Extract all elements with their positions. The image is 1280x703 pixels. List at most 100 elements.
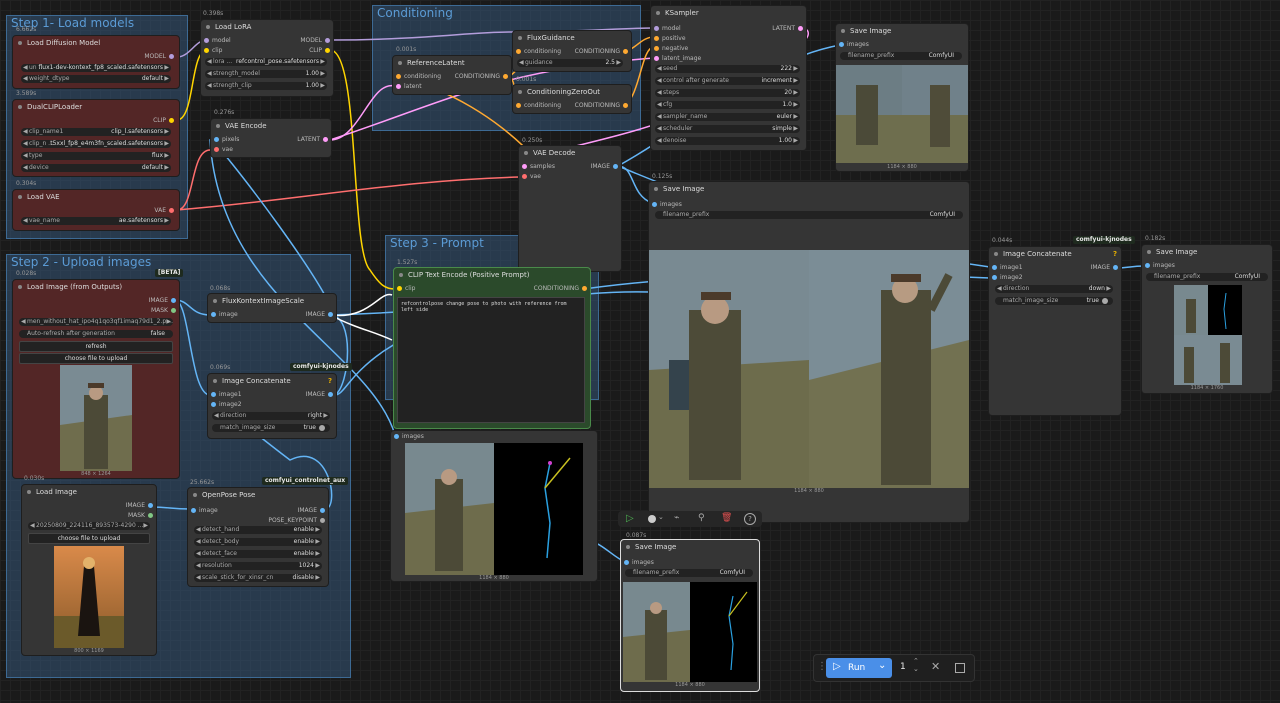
input-image[interactable]: image: [188, 507, 218, 514]
widget-sampler-name[interactable]: ◀ sampler_name euler ▶: [655, 113, 800, 121]
socket-icon[interactable]: [623, 103, 628, 108]
arrow-left-icon[interactable]: ◀: [657, 113, 662, 121]
node-flux-guidance[interactable]: FluxGuidance conditioning CONDITIONING ◀…: [512, 30, 632, 72]
arrow-right-icon[interactable]: ▶: [315, 574, 320, 582]
widget-scheduler[interactable]: ◀ scheduler simple ▶: [655, 125, 800, 133]
arrow-left-icon[interactable]: ◀: [23, 64, 28, 72]
close-icon[interactable]: ✕: [931, 660, 940, 673]
output-conditioning[interactable]: CONDITIONING: [575, 102, 631, 109]
arrow-right-icon[interactable]: ▶: [315, 550, 320, 558]
arrow-right-icon[interactable]: ▶: [143, 522, 148, 530]
widget-detect-face[interactable]: ◀ detect_face enable ▶: [194, 550, 322, 558]
output-image[interactable]: IMAGE: [149, 297, 179, 304]
input-images[interactable]: images: [391, 433, 424, 440]
node-title[interactable]: Load LoRA: [201, 20, 333, 34]
input-image2[interactable]: image2: [208, 401, 242, 408]
socket-icon[interactable]: [191, 508, 196, 513]
socket-icon[interactable]: [1145, 263, 1150, 268]
arrow-right-icon[interactable]: ▶: [320, 58, 325, 66]
socket-icon[interactable]: [652, 202, 657, 207]
node-title[interactable]: Save Image: [621, 540, 759, 554]
arrow-left-icon[interactable]: ◀: [657, 125, 662, 133]
pin-icon[interactable]: ⚲: [698, 513, 705, 523]
node-conditioning-zero-out[interactable]: ConditioningZeroOut conditioning CONDITI…: [512, 84, 632, 114]
socket-icon[interactable]: [148, 513, 153, 518]
widget-filename-prefix[interactable]: filename_prefix ComfyUI: [625, 569, 753, 577]
widget-clip-name2[interactable]: ◀ clip_n ... t5xxl_fp8_e4m3fn_scaled.safet…: [21, 140, 171, 148]
socket-icon[interactable]: [516, 103, 521, 108]
collapse-dot-icon[interactable]: [18, 41, 22, 45]
collapse-dot-icon[interactable]: [518, 36, 522, 40]
node-image-concatenate[interactable]: Image Concatenate ? image1 image2 IMAGE …: [207, 373, 337, 439]
node-title[interactable]: VAE Encode: [211, 119, 331, 133]
socket-icon[interactable]: [522, 174, 527, 179]
input-conditioning[interactable]: conditioning: [513, 102, 561, 109]
arrow-left-icon[interactable]: ◀: [214, 412, 219, 420]
run-button[interactable]: ▷ Run ⌄: [826, 658, 892, 678]
node-title[interactable]: KSampler: [651, 6, 806, 20]
arrow-left-icon[interactable]: ◀: [21, 318, 26, 326]
arrow-right-icon[interactable]: ▶: [320, 70, 325, 78]
arrow-left-icon[interactable]: ◀: [657, 65, 662, 73]
node-title[interactable]: Load Image: [22, 485, 156, 499]
node-title[interactable]: Image Concatenate: [208, 374, 336, 388]
collapse-dot-icon[interactable]: [1147, 250, 1151, 254]
socket-icon[interactable]: [169, 54, 174, 59]
arrow-left-icon[interactable]: ◀: [657, 77, 662, 85]
arrow-right-icon[interactable]: ▶: [793, 89, 798, 97]
arrow-left-icon[interactable]: ◀: [519, 59, 524, 67]
arrow-left-icon[interactable]: ◀: [23, 152, 28, 160]
output-image[interactable]: IMAGE: [298, 507, 328, 514]
node-preview-image[interactable]: images 1184 × 880: [390, 430, 598, 582]
output-image[interactable]: IMAGE: [591, 163, 621, 170]
socket-icon[interactable]: [503, 74, 508, 79]
widget-cfg[interactable]: ◀ cfg 1.0 ▶: [655, 101, 800, 109]
input-conditioning[interactable]: conditioning: [513, 48, 561, 55]
input-images[interactable]: images: [649, 201, 682, 208]
node-title[interactable]: Save Image: [649, 182, 969, 196]
node-title[interactable]: Save Image: [1142, 245, 1272, 259]
widget-match-image-size[interactable]: match_image_size true: [995, 297, 1113, 305]
arrow-left-icon[interactable]: ◀: [196, 550, 201, 558]
node-title[interactable]: Load Image (from Outputs): [13, 280, 179, 294]
collapse-dot-icon[interactable]: [518, 90, 522, 94]
input-images[interactable]: images: [1142, 262, 1175, 269]
output-pose-keypoint[interactable]: POSE_KEYPOINT: [268, 517, 328, 524]
collapse-dot-icon[interactable]: [18, 285, 22, 289]
socket-icon[interactable]: [325, 38, 330, 43]
output-image[interactable]: [1174, 285, 1242, 385]
socket-icon[interactable]: [171, 308, 176, 313]
arrow-left-icon[interactable]: ◀: [997, 285, 1002, 293]
input-samples[interactable]: samples: [519, 163, 555, 170]
output-clip[interactable]: CLIP: [153, 117, 177, 124]
socket-icon[interactable]: [214, 137, 219, 142]
node-reference-latent[interactable]: ReferenceLatent conditioning latent COND…: [392, 55, 512, 95]
output-image[interactable]: [649, 250, 969, 488]
stop-icon[interactable]: [955, 663, 965, 673]
arrow-left-icon[interactable]: ◀: [196, 538, 201, 546]
collapse-dot-icon[interactable]: [524, 151, 528, 155]
socket-icon[interactable]: [624, 560, 629, 565]
prompt-textarea[interactable]: refcontrolpose change pose to photo with…: [397, 297, 585, 423]
node-load-vae[interactable]: Load VAE VAE ◀ vae_name ae.safetensors ▶: [12, 189, 180, 231]
widget-detect-body[interactable]: ◀ detect_body enable ▶: [194, 538, 322, 546]
socket-icon[interactable]: [320, 518, 325, 523]
node-save-image-selected[interactable]: Save Image images filename_prefix ComfyUI…: [620, 539, 760, 692]
refresh-button[interactable]: refresh: [19, 341, 173, 352]
socket-icon[interactable]: [522, 164, 527, 169]
preview-image[interactable]: [54, 546, 124, 648]
input-pixels[interactable]: pixels: [211, 136, 239, 143]
collapse-dot-icon[interactable]: [193, 493, 197, 497]
node-openpose-pose[interactable]: OpenPose Pose image IMAGE POSE_KEYPOINT …: [187, 487, 329, 587]
node-title[interactable]: OpenPose Pose: [188, 488, 328, 502]
arrow-right-icon[interactable]: ▶: [616, 59, 621, 67]
node-title[interactable]: VAE Decode: [519, 146, 621, 160]
socket-icon[interactable]: [169, 208, 174, 213]
collapse-dot-icon[interactable]: [656, 11, 660, 15]
node-title[interactable]: DualCLIPLoader: [13, 100, 179, 114]
input-positive[interactable]: positive: [651, 35, 686, 42]
widget-detect-hand[interactable]: ◀ detect_hand enable ▶: [194, 526, 322, 534]
collapse-dot-icon[interactable]: [213, 379, 217, 383]
widget-seed[interactable]: ◀ seed 222 ▶: [655, 65, 800, 73]
socket-icon[interactable]: [654, 26, 659, 31]
